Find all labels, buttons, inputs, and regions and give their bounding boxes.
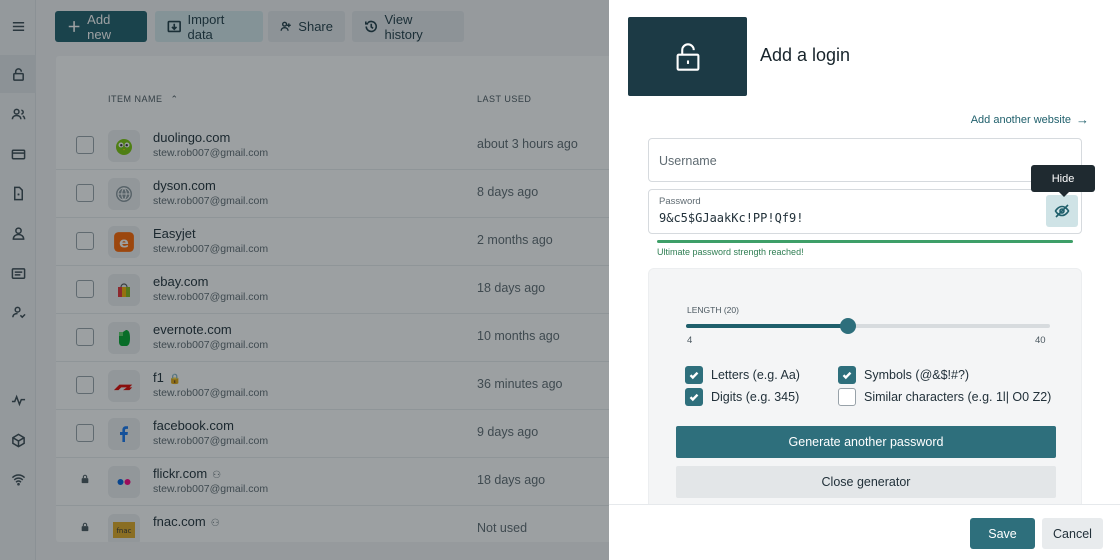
option-symbols[interactable]: Symbols (@&$!#?) bbox=[838, 366, 969, 384]
eye-off-icon bbox=[1054, 204, 1070, 218]
length-slider-fill bbox=[686, 324, 848, 328]
option-digits[interactable]: Digits (e.g. 345) bbox=[685, 388, 799, 406]
add-login-panel: Add a login Add another website → Userna… bbox=[609, 0, 1120, 560]
password-value[interactable]: 9&c5$GJaakKc!PP!Qf9! bbox=[659, 211, 804, 225]
password-strength-text: Ultimate password strength reached! bbox=[657, 247, 804, 257]
letters-checkbox[interactable] bbox=[685, 366, 703, 384]
digits-checkbox[interactable] bbox=[685, 388, 703, 406]
panel-header: Add a login bbox=[609, 0, 1120, 104]
username-placeholder: Username bbox=[659, 154, 717, 168]
length-slider[interactable] bbox=[686, 318, 1050, 334]
length-min-label: 4 bbox=[687, 335, 693, 346]
add-another-website-link[interactable]: Add another website → bbox=[971, 112, 1089, 127]
arrow-right-icon: → bbox=[1076, 112, 1089, 127]
panel-body[interactable]: Add another website → Username Password … bbox=[628, 104, 1101, 504]
add-another-website-label: Add another website bbox=[970, 113, 1071, 126]
save-button[interactable]: Save bbox=[970, 518, 1035, 549]
panel-header-icon bbox=[628, 17, 747, 96]
checkmark-icon bbox=[689, 371, 699, 380]
similar-characters-checkbox[interactable] bbox=[838, 388, 856, 406]
letters-label: Letters (e.g. Aa) bbox=[711, 368, 800, 382]
length-slider-thumb[interactable] bbox=[839, 318, 856, 334]
hide-tooltip: Hide bbox=[1031, 165, 1095, 197]
close-generator-button[interactable]: Close generator bbox=[676, 466, 1056, 498]
checkmark-icon bbox=[842, 371, 852, 380]
generate-password-button[interactable]: Generate another password bbox=[676, 426, 1056, 458]
symbols-label: Symbols (@&$!#?) bbox=[864, 368, 970, 382]
digits-label: Digits (e.g. 345) bbox=[711, 390, 800, 404]
panel-title: Add a login bbox=[760, 45, 851, 65]
symbols-checkbox[interactable] bbox=[838, 366, 856, 384]
username-field[interactable]: Username bbox=[648, 138, 1082, 182]
password-strength-bar bbox=[657, 240, 1073, 243]
login-form: Add another website → Username Password … bbox=[628, 104, 1101, 504]
panel-footer: Save Cancel bbox=[609, 504, 1120, 560]
length-max-label: 40 bbox=[1035, 335, 1046, 346]
hide-password-button[interactable] bbox=[1046, 195, 1078, 227]
password-generator: LENGTH (20) 4 40 Letters (e.g. Aa) Symbo… bbox=[648, 268, 1082, 504]
password-field[interactable]: Password 9&c5$GJaakKc!PP!Qf9! bbox=[648, 189, 1082, 234]
option-letters[interactable]: Letters (e.g. Aa) bbox=[685, 366, 800, 384]
password-label: Password bbox=[659, 196, 701, 207]
cancel-button[interactable]: Cancel bbox=[1042, 518, 1103, 549]
length-label: LENGTH (20) bbox=[687, 305, 739, 315]
checkmark-icon bbox=[689, 393, 699, 402]
similar-characters-label: Similar characters (e.g. 1l| O0 Z2) bbox=[864, 390, 1052, 404]
modal-backdrop[interactable] bbox=[0, 0, 609, 560]
option-similar-characters[interactable]: Similar characters (e.g. 1l| O0 Z2) bbox=[838, 388, 1051, 406]
padlock-icon bbox=[676, 42, 699, 71]
